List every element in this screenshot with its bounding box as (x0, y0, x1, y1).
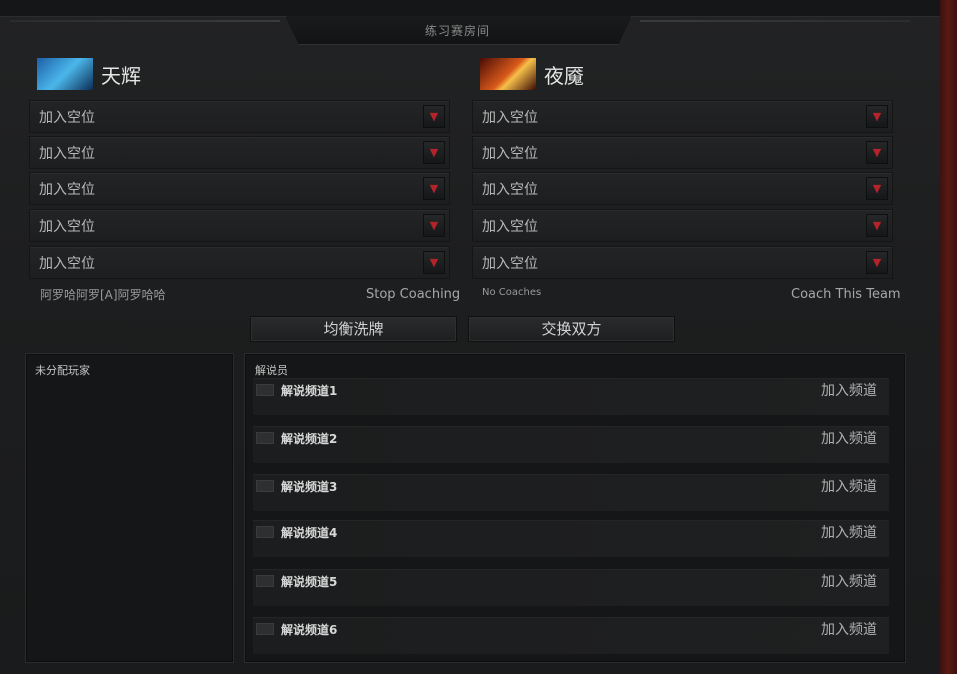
join-channel-button[interactable]: 加入频道 (821, 571, 877, 591)
slot-dropdown-button[interactable]: ▼ (866, 141, 888, 164)
radiant-slot[interactable]: 加入空位 ▼ (29, 209, 450, 242)
slot-label: 加入空位 (39, 256, 95, 272)
dire-team-name: 夜魇 (544, 63, 584, 88)
broadcast-channel: 解说频道1 加入频道 (253, 378, 889, 415)
swap-teams-button[interactable]: 交换双方 (468, 316, 675, 342)
dire-slot[interactable]: 加入空位 ▼ (472, 246, 893, 279)
chevron-down-icon: ▼ (872, 219, 882, 232)
channel-toggle[interactable] (256, 623, 274, 635)
chevron-down-icon: ▼ (872, 146, 882, 159)
slot-dropdown-button[interactable]: ▼ (866, 214, 888, 237)
slot-dropdown-button[interactable]: ▼ (423, 105, 445, 128)
chevron-down-icon: ▼ (872, 182, 882, 195)
slot-dropdown-button[interactable]: ▼ (423, 177, 445, 200)
join-channel-button[interactable]: 加入频道 (821, 476, 877, 496)
slot-label: 加入空位 (39, 146, 95, 162)
dire-slot[interactable]: 加入空位 ▼ (472, 209, 893, 242)
channel-name: 解说频道6 (281, 623, 338, 637)
slot-dropdown-button[interactable]: ▼ (866, 105, 888, 128)
broadcast-channel: 解说频道5 加入频道 (253, 569, 889, 606)
dire-slot[interactable]: 加入空位 ▼ (472, 100, 893, 133)
radiant-team-name: 天辉 (101, 63, 141, 88)
dire-slot[interactable]: 加入空位 ▼ (472, 136, 893, 169)
chevron-down-icon: ▼ (429, 219, 439, 232)
channel-name: 解说频道5 (281, 575, 338, 589)
chevron-down-icon: ▼ (872, 256, 882, 269)
stop-coaching-link[interactable]: Stop Coaching (366, 287, 460, 302)
shuffle-teams-button[interactable]: 均衡洗牌 (250, 316, 457, 342)
join-channel-button[interactable]: 加入频道 (821, 522, 877, 542)
channel-toggle[interactable] (256, 480, 274, 492)
dire-team-icon (480, 58, 536, 90)
radiant-header: 天辉 (37, 58, 141, 90)
radiant-slot[interactable]: 加入空位 ▼ (29, 172, 450, 205)
dire-slot[interactable]: 加入空位 ▼ (472, 172, 893, 205)
slot-dropdown-button[interactable]: ▼ (866, 251, 888, 274)
slot-label: 加入空位 (482, 219, 538, 235)
slot-dropdown-button[interactable]: ▼ (423, 141, 445, 164)
channel-toggle[interactable] (256, 526, 274, 538)
slot-dropdown-button[interactable]: ▼ (423, 214, 445, 237)
join-channel-button[interactable]: 加入频道 (821, 428, 877, 448)
header-ornament-right (640, 20, 910, 22)
channel-name: 解说频道2 (281, 432, 338, 446)
channel-name: 解说频道3 (281, 480, 338, 494)
channel-toggle[interactable] (256, 575, 274, 587)
dire-coach-status: No Coaches (482, 287, 542, 298)
broadcast-channel: 解说频道2 加入频道 (253, 426, 889, 463)
chevron-down-icon: ▼ (429, 110, 439, 123)
join-channel-button[interactable]: 加入频道 (821, 619, 877, 639)
broadcast-channel: 解说频道6 加入频道 (253, 617, 889, 654)
chevron-down-icon: ▼ (429, 146, 439, 159)
header-ornament-left (10, 20, 280, 22)
unassigned-players-panel (25, 353, 234, 663)
background-edge (940, 0, 957, 674)
radiant-team-icon (37, 58, 93, 90)
join-channel-button[interactable]: 加入频道 (821, 380, 877, 400)
chevron-down-icon: ▼ (429, 256, 439, 269)
radiant-slot[interactable]: 加入空位 ▼ (29, 136, 450, 169)
dire-header: 夜魇 (480, 58, 584, 90)
unassigned-label: 未分配玩家 (35, 364, 90, 377)
chevron-down-icon: ▼ (429, 182, 439, 195)
radiant-slot[interactable]: 加入空位 ▼ (29, 246, 450, 279)
slot-label: 加入空位 (482, 146, 538, 162)
slot-label: 加入空位 (482, 182, 538, 198)
radiant-slot[interactable]: 加入空位 ▼ (29, 100, 450, 133)
page-title: 练习赛房间 (424, 24, 490, 38)
slot-label: 加入空位 (39, 182, 95, 198)
channel-toggle[interactable] (256, 384, 274, 396)
broadcast-channel: 解说频道3 加入频道 (253, 474, 889, 511)
slot-label: 加入空位 (39, 110, 95, 126)
coach-this-team-link[interactable]: Coach This Team (791, 287, 901, 302)
broadcasters-label: 解说员 (255, 364, 288, 377)
broadcast-channel: 解说频道4 加入频道 (253, 520, 889, 557)
slot-label: 加入空位 (482, 110, 538, 126)
radiant-coach-name: 阿罗哈阿罗[A]阿罗哈哈 (40, 288, 166, 302)
slot-label: 加入空位 (482, 256, 538, 272)
chevron-down-icon: ▼ (872, 110, 882, 123)
channel-toggle[interactable] (256, 432, 274, 444)
top-bar (0, 0, 940, 17)
channel-name: 解说频道1 (281, 384, 338, 398)
slot-dropdown-button[interactable]: ▼ (423, 251, 445, 274)
channel-name: 解说频道4 (281, 526, 338, 540)
slot-dropdown-button[interactable]: ▼ (866, 177, 888, 200)
slot-label: 加入空位 (39, 219, 95, 235)
